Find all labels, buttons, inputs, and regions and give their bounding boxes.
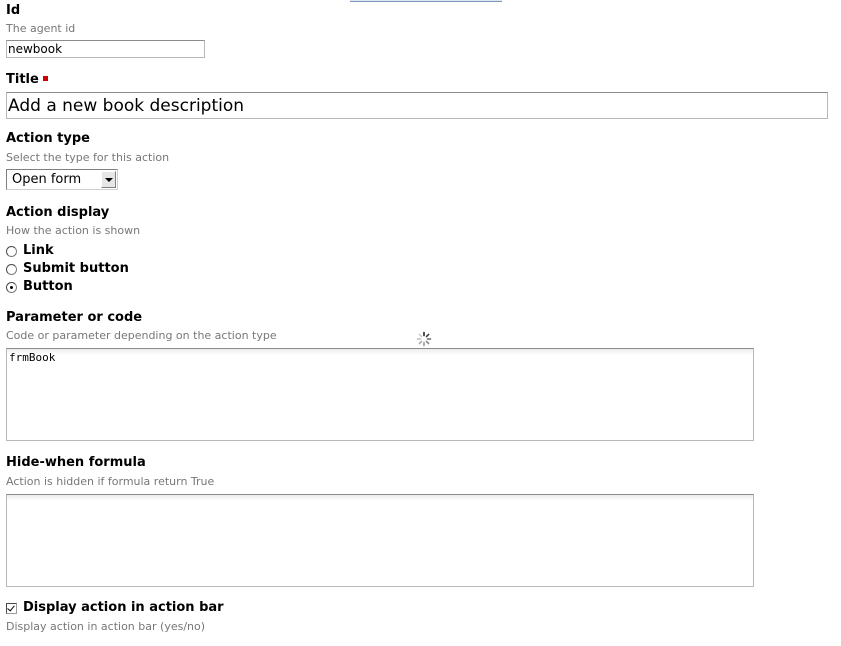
hide-when-label: Hide-when formula xyxy=(6,455,146,470)
title-input[interactable] xyxy=(6,92,828,119)
radio-button-label[interactable]: Button xyxy=(23,279,73,295)
radio-link[interactable] xyxy=(6,246,17,257)
parameter-help: Code or parameter depending on the actio… xyxy=(6,329,277,342)
spinner-icon xyxy=(416,331,432,347)
radio-link-label[interactable]: Link xyxy=(23,243,54,259)
action-type-select[interactable]: Open form xyxy=(6,169,118,190)
check-icon xyxy=(7,603,15,612)
display-in-bar-label[interactable]: Display action in action bar xyxy=(23,600,224,616)
radio-button[interactable] xyxy=(6,282,17,293)
parameter-textarea[interactable]: frmBook xyxy=(6,348,754,441)
radio-selected-dot xyxy=(10,286,13,289)
title-label: Title xyxy=(6,72,48,88)
required-marker xyxy=(42,76,48,81)
action-type-selected: Open form xyxy=(12,172,82,187)
action-type-help: Select the type for this action xyxy=(6,151,170,164)
top-tab-edge xyxy=(350,0,502,2)
action-display-help: How the action is shown xyxy=(6,224,141,237)
hide-when-textarea[interactable] xyxy=(6,494,754,587)
action-type-label: Action type xyxy=(6,131,90,146)
hide-when-help: Action is hidden if formula return True xyxy=(6,475,215,488)
radio-submit-button[interactable] xyxy=(6,264,17,275)
action-display-label: Action display xyxy=(6,205,110,220)
display-in-bar-checkbox[interactable] xyxy=(6,603,17,614)
id-help: The agent id xyxy=(6,22,76,35)
title-label-text: Title xyxy=(6,72,39,87)
id-label: Id xyxy=(6,3,21,18)
agent-action-form: Id The agent id Title Action type Select… xyxy=(0,0,841,646)
parameter-label: Parameter or code xyxy=(6,310,143,325)
chevron-down-icon[interactable] xyxy=(101,171,116,188)
display-in-bar-help: Display action in action bar (yes/no) xyxy=(6,620,206,633)
radio-submit-button-label[interactable]: Submit button xyxy=(23,261,129,277)
id-input[interactable] xyxy=(6,40,205,58)
